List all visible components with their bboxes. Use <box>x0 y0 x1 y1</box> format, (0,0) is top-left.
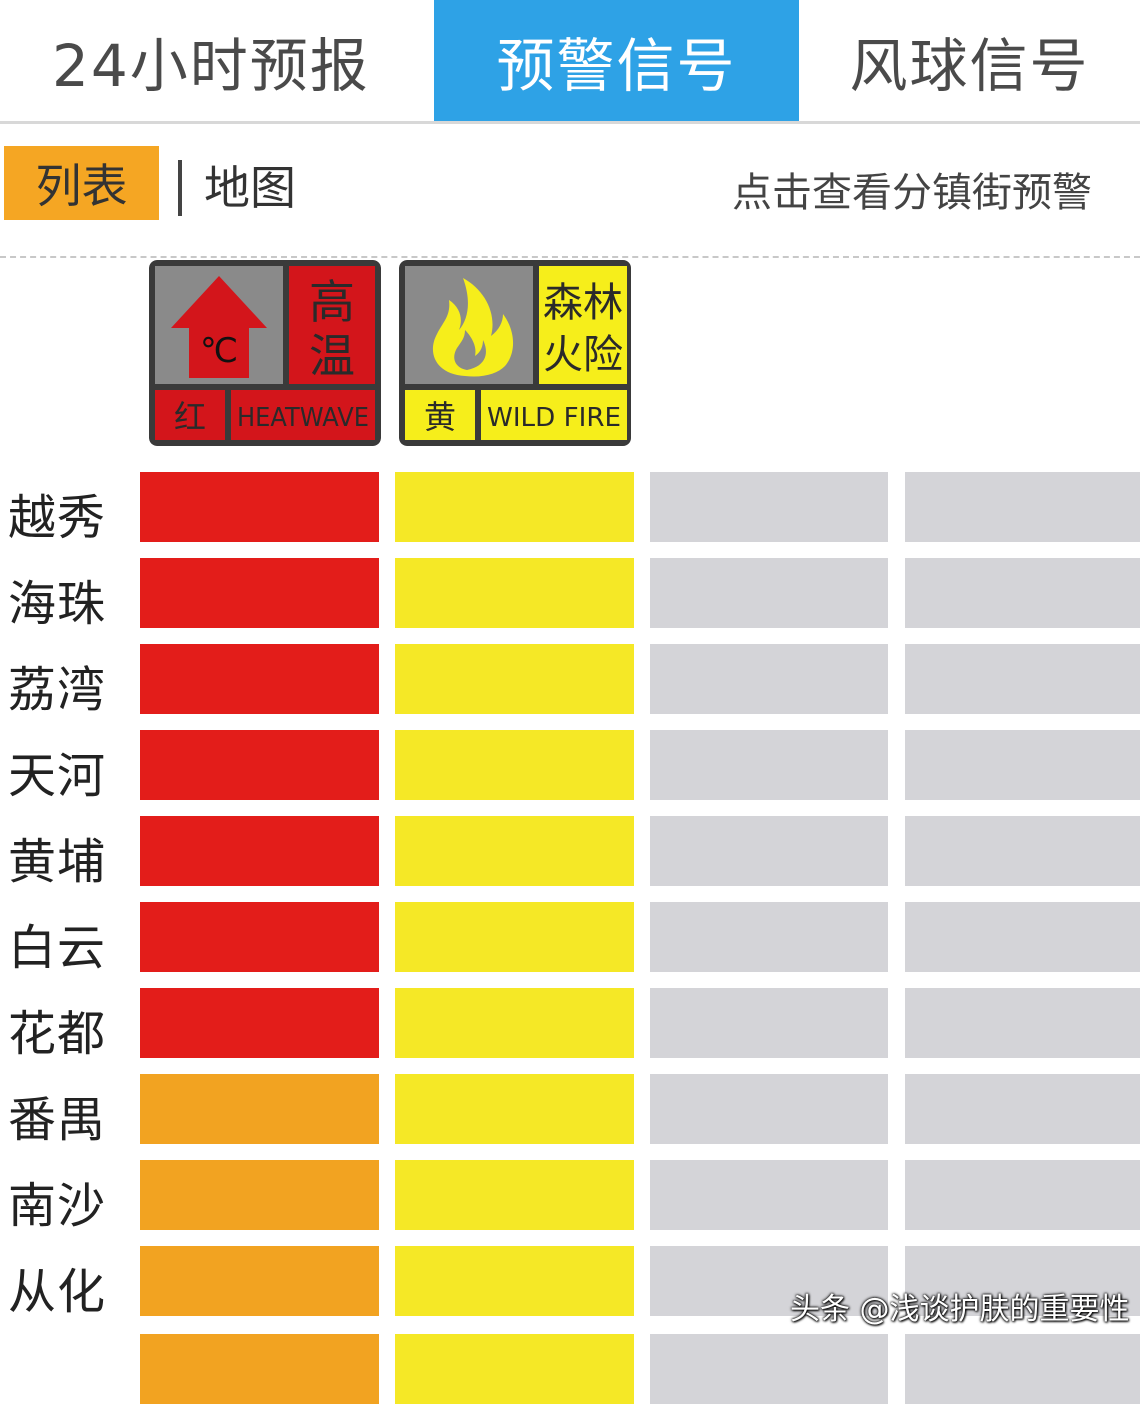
wildfire-level-cell[interactable] <box>395 644 634 714</box>
heatwave-english: HEATWAVE <box>237 403 369 433</box>
warning-cell-3[interactable] <box>650 902 888 972</box>
warning-cell-3[interactable] <box>650 558 888 628</box>
district-name[interactable]: 天河 <box>8 736 106 806</box>
district-row: 荔湾 <box>0 644 1140 718</box>
heatwave-level-cell[interactable] <box>140 816 379 886</box>
warning-cell-4[interactable] <box>905 644 1140 714</box>
view-switch-bar: 列表 地图 点击查看分镇街预警 <box>0 124 1140 258</box>
wildfire-warning-icon[interactable]: 森林 火险 黄 WILD FIRE <box>399 260 631 446</box>
district-name[interactable]: 南沙 <box>8 1166 106 1236</box>
district-name[interactable]: 黄埔 <box>8 822 106 892</box>
wildfire-level-cell[interactable] <box>395 472 634 542</box>
district-row: 天河 <box>0 730 1140 804</box>
wildfire-level-cell[interactable] <box>395 902 634 972</box>
heatwave-level-cell[interactable] <box>140 1246 379 1316</box>
district-row: 番禺 <box>0 1074 1140 1148</box>
district-name[interactable]: 越秀 <box>8 478 106 548</box>
wildfire-level-cell[interactable] <box>395 1334 634 1404</box>
district-row <box>0 1334 1140 1406</box>
heatwave-level-cell[interactable] <box>140 472 379 542</box>
district-row: 海珠 <box>0 558 1140 632</box>
district-name[interactable]: 白云 <box>8 908 106 978</box>
warning-cell-4[interactable] <box>905 902 1140 972</box>
district-name[interactable]: 花都 <box>8 994 106 1064</box>
district-name[interactable]: 从化 <box>8 1252 106 1322</box>
warning-cell-4[interactable] <box>905 730 1140 800</box>
heatwave-level-cell[interactable] <box>140 1074 379 1144</box>
heatwave-warning-icon[interactable]: ℃ 高 温 红 HEATWAVE <box>149 260 381 446</box>
wildfire-level: 黄 <box>424 398 456 436</box>
district-row: 南沙 <box>0 1160 1140 1234</box>
warning-cell-4[interactable] <box>905 816 1140 886</box>
warning-cell-3[interactable] <box>650 816 888 886</box>
warning-cell-4[interactable] <box>905 1334 1140 1404</box>
warning-cell-4[interactable] <box>905 1160 1140 1230</box>
tab-24h-forecast[interactable]: 24小时预报 <box>0 0 434 121</box>
tab-typhoon-signals[interactable]: 风球信号 <box>799 0 1140 121</box>
district-row: 花都 <box>0 988 1140 1062</box>
warning-cell-3[interactable] <box>650 472 888 542</box>
district-row: 黄埔 <box>0 816 1140 890</box>
warning-cell-4[interactable] <box>905 1074 1140 1144</box>
district-name[interactable]: 海珠 <box>8 564 106 634</box>
wildfire-level-cell[interactable] <box>395 558 634 628</box>
warning-cell-4[interactable] <box>905 988 1140 1058</box>
heatwave-level-cell[interactable] <box>140 730 379 800</box>
town-warning-link[interactable]: 点击查看分镇街预警 <box>732 160 1140 218</box>
list-view-button[interactable]: 列表 <box>4 146 159 220</box>
heatwave-name-1: 高 <box>309 275 355 329</box>
wildfire-level-cell[interactable] <box>395 1160 634 1230</box>
heatwave-level-cell[interactable] <box>140 902 379 972</box>
heatwave-level-cell[interactable] <box>140 988 379 1058</box>
heatwave-level-cell[interactable] <box>140 558 379 628</box>
warning-cell-3[interactable] <box>650 644 888 714</box>
district-name[interactable]: 荔湾 <box>8 650 106 720</box>
heatwave-name-2: 温 <box>309 329 355 383</box>
heatwave-symbol: ℃ <box>200 331 238 371</box>
wildfire-name-2: 火险 <box>543 332 623 378</box>
district-row: 越秀 <box>0 472 1140 546</box>
divider <box>0 256 1140 258</box>
warning-cell-4[interactable] <box>905 558 1140 628</box>
tab-bar: 24小时预报 预警信号 风球信号 <box>0 0 1140 124</box>
warning-cell-3[interactable] <box>650 1334 888 1404</box>
warning-cell-3[interactable] <box>650 988 888 1058</box>
heatwave-level-cell[interactable] <box>140 1334 379 1404</box>
heatwave-level: 红 <box>174 398 206 436</box>
wildfire-level-cell[interactable] <box>395 1074 634 1144</box>
wildfire-english: WILD FIRE <box>487 403 621 433</box>
watermark: 头条 @浅谈护肤的重要性 <box>790 1292 1130 1327</box>
wildfire-level-cell[interactable] <box>395 988 634 1058</box>
heatwave-level-cell[interactable] <box>140 644 379 714</box>
heatwave-level-cell[interactable] <box>140 1160 379 1230</box>
map-view-button[interactable]: 地图 <box>204 152 296 218</box>
warning-cell-3[interactable] <box>650 730 888 800</box>
warning-cell-3[interactable] <box>650 1160 888 1230</box>
view-separator <box>178 160 182 216</box>
district-name[interactable]: 番禺 <box>8 1080 106 1150</box>
wildfire-level-cell[interactable] <box>395 1246 634 1316</box>
wildfire-level-cell[interactable] <box>395 816 634 886</box>
district-row: 白云 <box>0 902 1140 976</box>
warning-cell-4[interactable] <box>905 472 1140 542</box>
wildfire-level-cell[interactable] <box>395 730 634 800</box>
wildfire-name-1: 森林 <box>543 280 623 326</box>
warning-cell-3[interactable] <box>650 1074 888 1144</box>
tab-warning-signals[interactable]: 预警信号 <box>434 0 799 121</box>
